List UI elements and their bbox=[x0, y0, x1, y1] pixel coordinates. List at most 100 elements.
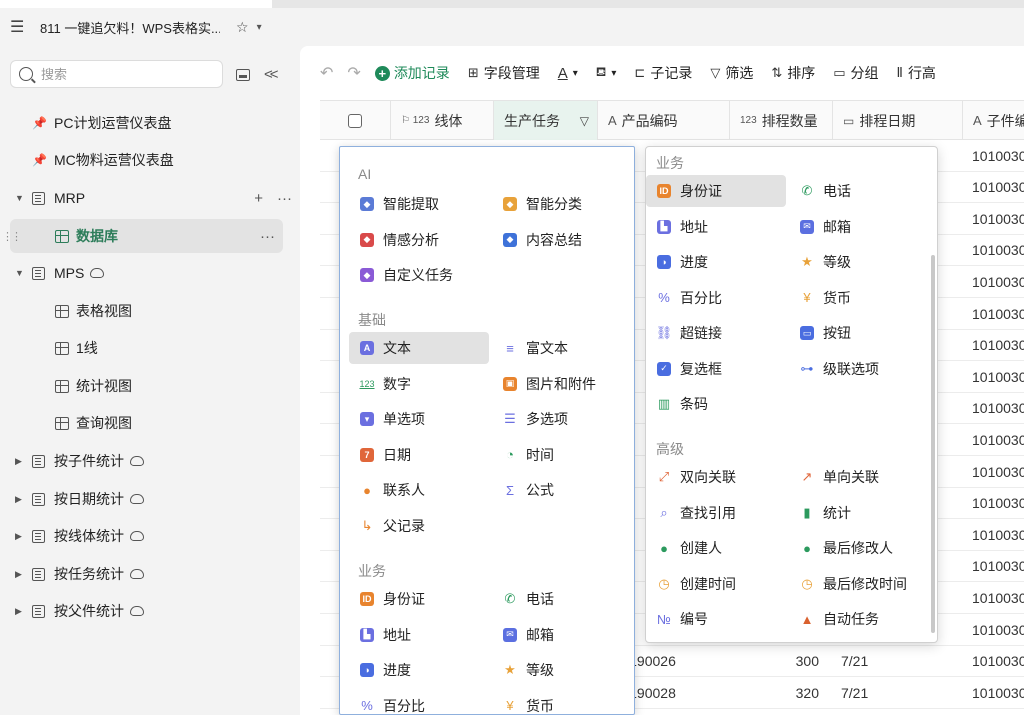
expanded-arrow-icon[interactable]: ▼ bbox=[15, 193, 24, 203]
table-cell-child[interactable]: 1010030 bbox=[963, 646, 1024, 677]
menu-item-auto-task[interactable]: ▲ 自动任务 bbox=[789, 603, 929, 635]
menu-item-text[interactable]: A 文本 bbox=[349, 332, 489, 364]
menu-item-modifier[interactable]: ● 最后修改人 bbox=[789, 532, 929, 564]
more-icon[interactable]: ··· bbox=[260, 228, 275, 245]
menu-item-date[interactable]: 7 日期 bbox=[349, 439, 489, 471]
group-button[interactable]: ▭ 分组 bbox=[833, 63, 878, 83]
sidebar-item-mps[interactable]: ▼ MPS bbox=[0, 256, 300, 290]
table-cell-child[interactable]: 1010030 bbox=[963, 140, 1024, 171]
sidebar-item-mc-dashboard[interactable]: 📌 MC物料运营仪表盘 bbox=[0, 143, 300, 177]
collapsed-arrow-icon[interactable]: ▶ bbox=[15, 456, 22, 467]
menu-item-image[interactable]: ▣ 图片和附件 bbox=[492, 368, 632, 400]
menu-item-sentiment[interactable]: ◆ 情感分析 bbox=[349, 224, 489, 256]
document-title[interactable]: 811 一键追欠料！WPS表格实... bbox=[40, 18, 220, 37]
table-cell-child[interactable]: 1010030 bbox=[963, 172, 1024, 203]
menu-item-barcode[interactable]: ▥ 条码 bbox=[646, 388, 786, 420]
menu-item-extract[interactable]: ◆ 智能提取 bbox=[349, 188, 489, 220]
menu-item-id-card[interactable]: ID 身份证 bbox=[646, 175, 786, 207]
menu-item-sparkle[interactable]: ◆ 自定义任务 bbox=[349, 259, 489, 291]
collapsed-arrow-icon[interactable]: ▶ bbox=[15, 569, 22, 580]
table-cell-qty[interactable]: 320 bbox=[730, 677, 833, 708]
search-input[interactable] bbox=[41, 66, 201, 82]
menu-item-one-way-link[interactable]: ↗ 单向关联 bbox=[789, 461, 929, 493]
table-cell-child[interactable]: 1010030 bbox=[963, 519, 1024, 550]
sort-button[interactable]: ⇅ 排序 bbox=[771, 63, 815, 83]
sidebar-item-table-view[interactable]: 表格视图 bbox=[0, 294, 300, 328]
table-cell-date[interactable]: 7/21 bbox=[833, 646, 963, 677]
add-record-button[interactable]: + 添加记录 bbox=[374, 63, 450, 83]
table-cell-child[interactable]: 1010030 bbox=[963, 488, 1024, 519]
sidebar-item-by-parent[interactable]: ▶ 按父件统计 bbox=[0, 594, 300, 628]
menu-item-parent-record[interactable]: ↳ 父记录 bbox=[349, 510, 489, 542]
table-cell-child[interactable]: 1010030 bbox=[963, 235, 1024, 266]
sidebar-item-by-line[interactable]: ▶ 按线体统计 bbox=[0, 519, 300, 553]
menu-item-email[interactable]: ✉ 邮箱 bbox=[789, 211, 929, 243]
table-cell-child[interactable]: 1010030 bbox=[963, 551, 1024, 582]
menu-item-cascade[interactable]: ⊶ 级联选项 bbox=[789, 353, 929, 385]
menu-item-progress[interactable]: ◑ 进度 bbox=[349, 654, 489, 686]
table-cell-child[interactable]: 1010030 bbox=[963, 424, 1024, 455]
row-height-button[interactable]: Ⅱ 行高 bbox=[897, 63, 936, 83]
star-icon[interactable]: ☆ bbox=[236, 19, 249, 36]
table-cell-date[interactable]: 7/21 bbox=[833, 677, 963, 708]
sidebar-item-query-view[interactable]: 查询视图 bbox=[0, 406, 300, 440]
menu-item-percent[interactable]: % 百分比 bbox=[349, 690, 489, 715]
menu-item-modified-time[interactable]: ◷ 最后修改时间 bbox=[789, 568, 929, 600]
sidebar-item-by-date[interactable]: ▶ 按日期统计 bbox=[0, 482, 300, 516]
sidebar-item-by-child[interactable]: ▶ 按子件统计 bbox=[0, 444, 300, 478]
filter-button[interactable]: ▽ 筛选 bbox=[710, 63, 753, 83]
menu-item-stats[interactable]: ▮ 统计 bbox=[789, 497, 929, 529]
expanded-arrow-icon[interactable]: ▼ bbox=[15, 268, 24, 278]
menu-item-currency[interactable]: ¥ 货币 bbox=[789, 282, 929, 314]
column-header-date[interactable]: ▭ 排程日期 bbox=[833, 101, 963, 140]
scrollbar[interactable] bbox=[931, 255, 935, 633]
menu-item-created-time[interactable]: ◷ 创建时间 bbox=[646, 568, 786, 600]
table-cell-child[interactable]: 1010030 bbox=[963, 582, 1024, 613]
panel-toggle-icon[interactable] bbox=[236, 68, 250, 81]
menu-item-address[interactable]: ▙ 地址 bbox=[349, 619, 489, 651]
column-header-qty[interactable]: 123 排程数量 bbox=[730, 101, 833, 140]
menu-item-contact[interactable]: ● 联系人 bbox=[349, 474, 489, 506]
search-box[interactable] bbox=[10, 60, 223, 88]
select-all-checkbox[interactable] bbox=[348, 113, 362, 128]
fill-color-button[interactable]: ⛾ ▾ bbox=[596, 64, 617, 82]
sidebar-item-by-task[interactable]: ▶ 按任务统计 bbox=[0, 557, 300, 591]
menu-item-number[interactable]: 123 数字 bbox=[349, 368, 489, 400]
menu-item-progress[interactable]: ◑ 进度 bbox=[646, 246, 786, 278]
sidebar-item-database[interactable]: ⋮⋮ 数据库 ··· bbox=[2, 219, 283, 253]
menu-item-creator[interactable]: ● 创建人 bbox=[646, 532, 786, 564]
menu-item-rating[interactable]: ★ 等级 bbox=[492, 654, 632, 686]
sidebar-item-mrp[interactable]: ▼ MRP + ··· bbox=[0, 181, 300, 215]
menu-item-autonumber[interactable]: № 编号 bbox=[646, 603, 786, 635]
menu-item-multi-select[interactable]: ☰ 多选项 bbox=[492, 403, 632, 435]
table-cell-child[interactable]: 1010030 bbox=[963, 203, 1024, 234]
menu-item-percent[interactable]: % 百分比 bbox=[646, 282, 786, 314]
menu-item-button[interactable]: ▭ 按钮 bbox=[789, 317, 929, 349]
menu-item-id-card[interactable]: ID 身份证 bbox=[349, 583, 489, 615]
menu-item-formula[interactable]: Σ 公式 bbox=[492, 474, 632, 506]
collapsed-arrow-icon[interactable]: ▶ bbox=[15, 494, 22, 505]
sidebar-item-line1[interactable]: 1线 bbox=[0, 331, 300, 365]
drag-handle-icon[interactable]: ⋮⋮ bbox=[2, 230, 22, 243]
hamburger-menu-icon[interactable]: ☰ bbox=[10, 17, 28, 37]
collapse-sidebar-icon[interactable]: << bbox=[264, 66, 278, 83]
column-header-task[interactable]: 生产任务 ▽ bbox=[494, 101, 598, 140]
table-cell-child[interactable]: 1010030 bbox=[963, 298, 1024, 329]
menu-item-single-select[interactable]: ▾ 单选项 bbox=[349, 403, 489, 435]
sidebar-item-pc-dashboard[interactable]: 📌 PC计划运营仪表盘 bbox=[0, 106, 300, 140]
sub-record-button[interactable]: ⊏ 子记录 bbox=[634, 63, 692, 83]
field-manage-button[interactable]: ⊞ 字段管理 bbox=[468, 63, 540, 83]
menu-item-two-way-link[interactable]: ⤢ 双向关联 bbox=[646, 461, 786, 493]
menu-item-time[interactable]: ◔ 时间 bbox=[492, 439, 632, 471]
undo-icon[interactable]: ↶ bbox=[320, 63, 333, 83]
add-icon[interactable]: + bbox=[254, 190, 263, 207]
table-cell-child[interactable]: 1010030 bbox=[963, 361, 1024, 392]
column-header-child-code[interactable]: A 子件编码 bbox=[963, 101, 1024, 140]
filter-icon[interactable]: ▽ bbox=[580, 114, 589, 128]
active-tab[interactable] bbox=[0, 0, 272, 8]
table-cell-child[interactable]: 1010030 bbox=[963, 614, 1024, 645]
menu-item-phone[interactable]: ✆ 电话 bbox=[789, 175, 929, 207]
chevron-down-icon[interactable]: ▾ bbox=[257, 22, 262, 33]
redo-icon[interactable]: ↷ bbox=[347, 63, 360, 83]
column-header-product-code[interactable]: A 产品编码 bbox=[598, 101, 730, 140]
